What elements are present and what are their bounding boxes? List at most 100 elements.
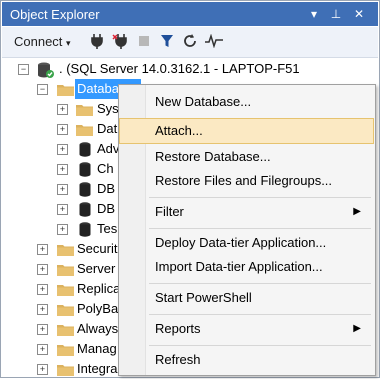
menu-item-label: Attach...	[155, 123, 203, 138]
menu-item-label: Reports	[155, 321, 201, 336]
window-title: Object Explorer	[10, 7, 100, 22]
menu-item-deploy-data-tier-application[interactable]: Deploy Data-tier Application...	[120, 231, 373, 255]
menu-item-restore-files-filegroups[interactable]: Restore Files and Filegroups...	[120, 169, 373, 193]
submenu-arrow-icon: ▶	[353, 206, 361, 217]
menu-item-label: Refresh	[155, 352, 201, 367]
folder-icon	[57, 363, 74, 376]
tree-node-label: Replica	[77, 281, 121, 296]
folder-icon	[57, 343, 74, 356]
menu-separator	[149, 228, 371, 229]
menu-separator	[149, 197, 371, 198]
window-position-dropdown-button[interactable]: ▾	[305, 5, 323, 23]
title-bar: Object Explorer ▾ ⊥ ✕	[2, 2, 378, 26]
close-button[interactable]: ✕	[350, 5, 368, 23]
tree-node-database[interactable]: + DB	[2, 199, 122, 219]
context-menu: New Database... Attach... Restore Databa…	[118, 84, 376, 376]
tree-node-label: Integra	[77, 361, 118, 376]
expand-toggle[interactable]: +	[37, 264, 48, 275]
auto-hide-pin-button[interactable]: ⊥	[327, 5, 345, 23]
expand-toggle[interactable]: +	[57, 144, 68, 155]
tree-node-label: DB	[97, 201, 116, 216]
collapse-toggle[interactable]: −	[18, 64, 29, 75]
database-icon	[79, 162, 91, 177]
toolbar: Connect ▾	[2, 27, 378, 58]
tree-node-label: DB	[97, 181, 116, 196]
refresh-icon[interactable]	[182, 33, 198, 53]
folder-icon	[57, 283, 74, 296]
tree-node-integration-services[interactable]: + Integra	[2, 359, 122, 379]
menu-item-label: Start PowerShell	[155, 290, 252, 305]
menu-item-attach[interactable]: Attach...	[119, 118, 374, 144]
tree-node-management[interactable]: + Manag	[2, 339, 122, 359]
tree-node-label: Dat	[97, 121, 118, 136]
expand-toggle[interactable]: +	[37, 244, 48, 255]
expand-toggle[interactable]: +	[37, 324, 48, 335]
tree-node-database-snapshots[interactable]: + Dat	[2, 119, 122, 139]
menu-item-refresh[interactable]: Refresh	[120, 348, 373, 372]
folder-icon	[57, 83, 74, 96]
tree-node-replication[interactable]: + Replica	[2, 279, 122, 299]
tree-node-system-databases[interactable]: + Sys	[2, 99, 122, 119]
tree-node-label: Manag	[77, 341, 117, 356]
tree-node-database[interactable]: + Tes	[2, 219, 122, 239]
stop-icon[interactable]	[138, 35, 150, 55]
expand-toggle[interactable]: +	[37, 364, 48, 375]
menu-item-filter[interactable]: Filter ▶	[120, 200, 373, 224]
tree-node-database[interactable]: + DB	[2, 179, 122, 199]
menu-separator	[149, 314, 371, 315]
folder-icon	[76, 103, 93, 116]
menu-item-label: Restore Database...	[155, 149, 271, 164]
tree-node-label: Tes	[97, 221, 118, 236]
folder-icon	[57, 243, 74, 256]
disconnect-icon[interactable]	[112, 33, 130, 53]
menu-item-label: Restore Files and Filegroups...	[155, 173, 333, 188]
tree-node-database[interactable]: + Ch	[2, 159, 122, 179]
database-server-icon	[36, 61, 54, 79]
activity-monitor-icon[interactable]	[205, 34, 223, 54]
connect-button[interactable]: Connect ▾	[14, 32, 71, 52]
menu-item-restore-database[interactable]: Restore Database...	[120, 145, 373, 169]
expand-toggle[interactable]: +	[57, 224, 68, 235]
tree-node-label: Adv	[97, 141, 120, 156]
tree-node-label: Always	[77, 321, 119, 336]
connect-plug-icon[interactable]	[90, 33, 104, 53]
expand-toggle[interactable]: +	[37, 284, 48, 295]
folder-icon	[57, 263, 74, 276]
menu-item-label: Filter	[155, 204, 184, 219]
menu-item-reports[interactable]: Reports ▶	[120, 317, 373, 341]
menu-separator	[149, 345, 371, 346]
collapse-toggle[interactable]: −	[37, 84, 48, 95]
tree-node-polybase[interactable]: + PolyBa	[2, 299, 122, 319]
menu-item-import-data-tier-application[interactable]: Import Data-tier Application...	[120, 255, 373, 279]
expand-toggle[interactable]: +	[57, 164, 68, 175]
menu-item-new-database[interactable]: New Database...	[120, 90, 373, 114]
expand-toggle[interactable]: +	[37, 304, 48, 315]
folder-icon	[57, 323, 74, 336]
database-icon	[79, 202, 91, 217]
menu-item-start-powershell[interactable]: Start PowerShell	[120, 286, 373, 310]
menu-item-label: Deploy Data-tier Application...	[155, 235, 327, 250]
server-label: . (SQL Server 14.0.3162.1 - LAPTOP-F51	[59, 61, 300, 76]
expand-toggle[interactable]: +	[57, 204, 68, 215]
tree-node-server[interactable]: − . (SQL Server 14.0.3162.1 - LAPTOP-F51	[2, 59, 378, 79]
tree-node-server-objects[interactable]: + Server	[2, 259, 122, 279]
tree-node-always-on[interactable]: + Always	[2, 319, 122, 339]
database-icon	[79, 142, 91, 157]
expand-toggle[interactable]: +	[57, 104, 68, 115]
database-icon	[79, 222, 91, 237]
tree-node-label: Server	[77, 261, 116, 276]
filter-icon[interactable]	[160, 34, 174, 54]
tree-node-label: PolyBa	[77, 301, 119, 316]
tree-node-label: Ch	[97, 161, 114, 176]
tree-node-label: Sys	[97, 101, 119, 116]
folder-icon	[57, 303, 74, 316]
menu-item-label: Import Data-tier Application...	[155, 259, 323, 274]
tree-node-security[interactable]: + Securit	[2, 239, 122, 259]
chevron-down-icon: ▾	[66, 38, 71, 48]
menu-item-label: New Database...	[155, 94, 252, 109]
expand-toggle[interactable]: +	[57, 124, 68, 135]
object-explorer-window: Object Explorer ▾ ⊥ ✕ Connect ▾ − . (SQL…	[0, 0, 380, 378]
expand-toggle[interactable]: +	[37, 344, 48, 355]
expand-toggle[interactable]: +	[57, 184, 68, 195]
tree-node-database[interactable]: + Adv	[2, 139, 122, 159]
